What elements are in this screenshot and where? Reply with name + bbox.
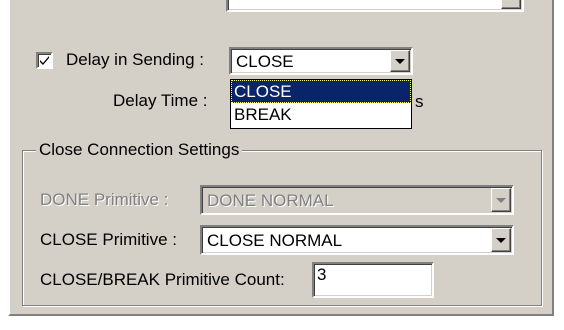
close-primitive-dropdown-button[interactable] bbox=[491, 228, 511, 252]
delay-mode-dropdown-list[interactable]: CLOSE BREAK bbox=[230, 79, 412, 129]
chevron-down-icon bbox=[496, 238, 506, 243]
done-primitive-combo: DONE NORMAL bbox=[200, 185, 514, 215]
delay-time-label: Delay Time : bbox=[113, 91, 208, 110]
chevron-down-icon bbox=[496, 198, 506, 203]
delay-mode-combo[interactable]: CLOSE bbox=[229, 47, 413, 75]
done-primitive-value: DONE NORMAL bbox=[207, 191, 334, 210]
close-primitive-label: CLOSE Primitive : bbox=[40, 230, 177, 249]
done-primitive-dropdown-button bbox=[491, 188, 511, 212]
delay-time-unit: s bbox=[415, 92, 424, 111]
delay-mode-dropdown-button[interactable] bbox=[390, 50, 410, 72]
dropdown-option-close[interactable]: CLOSE bbox=[231, 80, 411, 103]
primitive-count-value: 3 bbox=[317, 265, 327, 284]
done-primitive-label: DONE Primitive : bbox=[40, 190, 169, 209]
dropdown-option-break[interactable]: BREAK bbox=[231, 103, 411, 126]
top-partial-combo[interactable] bbox=[226, 0, 524, 12]
delay-in-sending-label[interactable]: Delay in Sending : bbox=[66, 49, 204, 71]
delay-mode-selected-value: CLOSE bbox=[236, 52, 294, 71]
close-primitive-combo[interactable]: CLOSE NORMAL bbox=[200, 225, 514, 255]
close-connection-settings-title: Close Connection Settings bbox=[36, 140, 243, 160]
primitive-count-label: CLOSE/BREAK Primitive Count: bbox=[40, 270, 285, 289]
primitive-count-input[interactable]: 3 bbox=[312, 262, 434, 298]
chevron-down-icon bbox=[395, 59, 405, 64]
close-primitive-value: CLOSE NORMAL bbox=[207, 231, 343, 250]
settings-panel: Delay in Sending : CLOSE Delay Time : s … bbox=[8, 0, 554, 316]
delay-in-sending-checkbox[interactable] bbox=[36, 52, 53, 69]
top-combo-dropdown-button[interactable] bbox=[501, 0, 521, 9]
checkmark-icon bbox=[40, 56, 49, 65]
